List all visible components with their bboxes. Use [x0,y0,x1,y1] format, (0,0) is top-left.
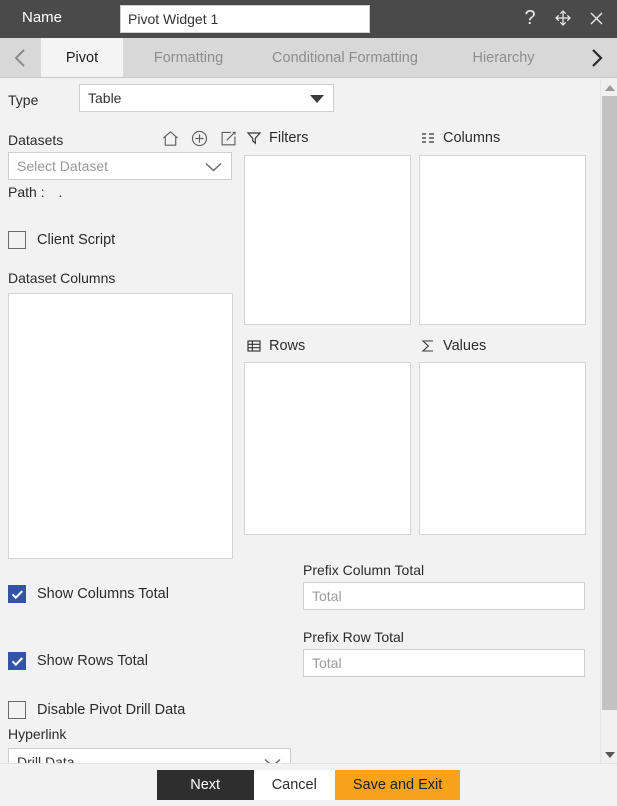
show-rows-total-checkbox[interactable] [8,652,26,670]
tab-formatting-label: Formatting [153,49,224,66]
tab-conditional-formatting[interactable]: Conditional Formatting [254,38,436,77]
rows-zone-header: Rows [246,338,305,354]
values-zone-title: Values [443,338,487,354]
client-script-checkbox-row[interactable]: Client Script [8,231,115,249]
funnel-icon [246,130,262,146]
columns-dropzone[interactable] [419,155,586,325]
tab-conditional-formatting-label: Conditional Formatting [272,49,418,66]
save-and-exit-button[interactable]: Save and Exit [334,770,461,800]
type-label: Type [8,92,39,108]
show-rows-total-row[interactable]: Show Rows Total [8,652,148,670]
prefix-column-total-input[interactable]: Total [303,582,585,610]
chevron-down-icon [205,162,222,172]
show-rows-total-label: Show Rows Total [37,653,148,669]
disable-pivot-drill-label: Disable Pivot Drill Data [37,702,186,718]
dialog-titlebar: Name Pivot Widget 1 ? [0,0,617,38]
values-zone-header: Values [420,338,486,354]
type-select[interactable]: Table [79,84,334,112]
tab-list: Pivot Formatting Conditional Formatting … [41,38,571,77]
dataset-select-value: Select Dataset [17,158,109,174]
disable-pivot-drill-checkbox[interactable] [8,701,26,719]
prefix-column-total-value: Total [312,588,342,604]
pivot-settings-panel: Type Table Datasets Select Dataset Path … [0,79,617,763]
client-script-label: Client Script [37,232,116,248]
tab-scroll-left-button[interactable] [0,38,41,77]
close-icon[interactable] [585,7,607,29]
dataset-select[interactable]: Select Dataset [8,152,232,180]
hyperlink-select-value: Drill Data [17,754,75,763]
dataset-actions [161,129,238,148]
path-row: Path : . [8,184,62,200]
scroll-up-glyph [604,84,615,91]
dataset-columns-list[interactable] [8,293,233,559]
client-script-checkbox[interactable] [8,231,26,249]
filters-zone-header: Filters [246,130,308,146]
tab-formatting[interactable]: Formatting [123,38,254,77]
prefix-row-total-input[interactable]: Total [303,649,585,677]
scroll-down-glyph [604,751,615,758]
prefix-row-total-label: Prefix Row Total [303,629,404,645]
chevron-down-icon [310,95,324,103]
dialog-footer: Next Cancel Save and Exit [0,763,617,806]
titlebar-actions: ? [519,7,607,29]
scrollbar-thumb[interactable] [602,96,617,710]
columns-zone-title: Columns [443,130,501,146]
columns-zone-header: Columns [420,130,500,146]
tab-scroll-right-button[interactable] [576,38,617,77]
columns-icon [420,130,436,146]
disable-pivot-drill-row[interactable]: Disable Pivot Drill Data [8,701,185,719]
rows-zone-title: Rows [269,338,306,354]
rows-dropzone[interactable] [244,362,411,535]
move-arrows-icon[interactable] [552,7,574,29]
sigma-icon [420,338,436,354]
show-columns-total-label: Show Columns Total [37,586,169,602]
next-button[interactable]: Next [156,770,254,800]
hyperlink-select[interactable]: Drill Data [8,748,291,763]
type-select-value: Table [88,90,122,106]
edit-icon[interactable] [219,129,238,148]
cancel-button[interactable]: Cancel [253,770,335,800]
home-icon[interactable] [161,129,180,148]
scroll-up-arrow-icon[interactable] [601,79,617,96]
values-dropzone[interactable] [419,362,586,535]
path-value: . [58,184,63,200]
tab-hierarchy[interactable]: Hierarchy [436,38,571,77]
hyperlink-label: Hyperlink [8,726,67,742]
pivot-widget-dialog: Name Pivot Widget 1 ? Pivot Formatting C… [0,0,617,806]
tab-pivot[interactable]: Pivot [41,38,123,77]
path-label: Path : [8,184,45,200]
prefix-column-total-label: Prefix Column Total [303,562,425,578]
prefix-row-total-value: Total [312,655,342,671]
tab-hierarchy-label: Hierarchy [472,49,535,66]
help-icon[interactable]: ? [519,7,541,29]
show-columns-total-row[interactable]: Show Columns Total [8,585,169,603]
add-circle-icon[interactable] [190,129,209,148]
name-label: Name [22,9,63,26]
show-columns-total-checkbox[interactable] [8,585,26,603]
panel-scrollbar[interactable] [600,79,617,763]
filters-dropzone[interactable] [244,155,411,325]
datasets-label: Datasets [8,132,64,148]
rows-grid-icon [246,338,262,354]
widget-name-input[interactable]: Pivot Widget 1 [120,5,370,33]
scroll-down-arrow-icon[interactable] [601,746,617,763]
filters-zone-title: Filters [269,130,309,146]
dataset-columns-label: Dataset Columns [8,270,116,286]
help-glyph: ? [524,7,536,29]
tab-pivot-label: Pivot [65,49,99,66]
tab-bar: Pivot Formatting Conditional Formatting … [0,38,617,78]
